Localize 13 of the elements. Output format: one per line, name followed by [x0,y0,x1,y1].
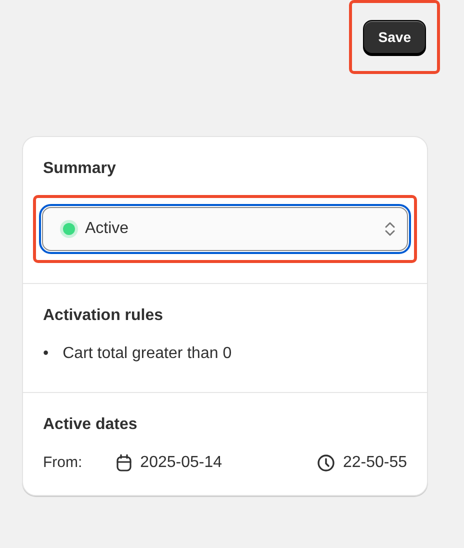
calendar-icon [116,454,132,472]
save-button[interactable]: Save [363,20,426,54]
status-select[interactable]: Active [42,207,408,251]
bullet: • [43,344,49,364]
section-title: Summary [43,159,117,179]
section-title: Active dates [43,415,138,435]
time-value: 22-50-55 [342,453,407,473]
from-label: From: [43,452,82,473]
date-value: 2025-05-14 [140,453,222,473]
chevron-up-down-icon [385,221,395,237]
section-title: Activation rules [43,306,164,326]
rule-text: Cart total greater than 0 [62,344,232,364]
clock-icon [316,454,335,472]
